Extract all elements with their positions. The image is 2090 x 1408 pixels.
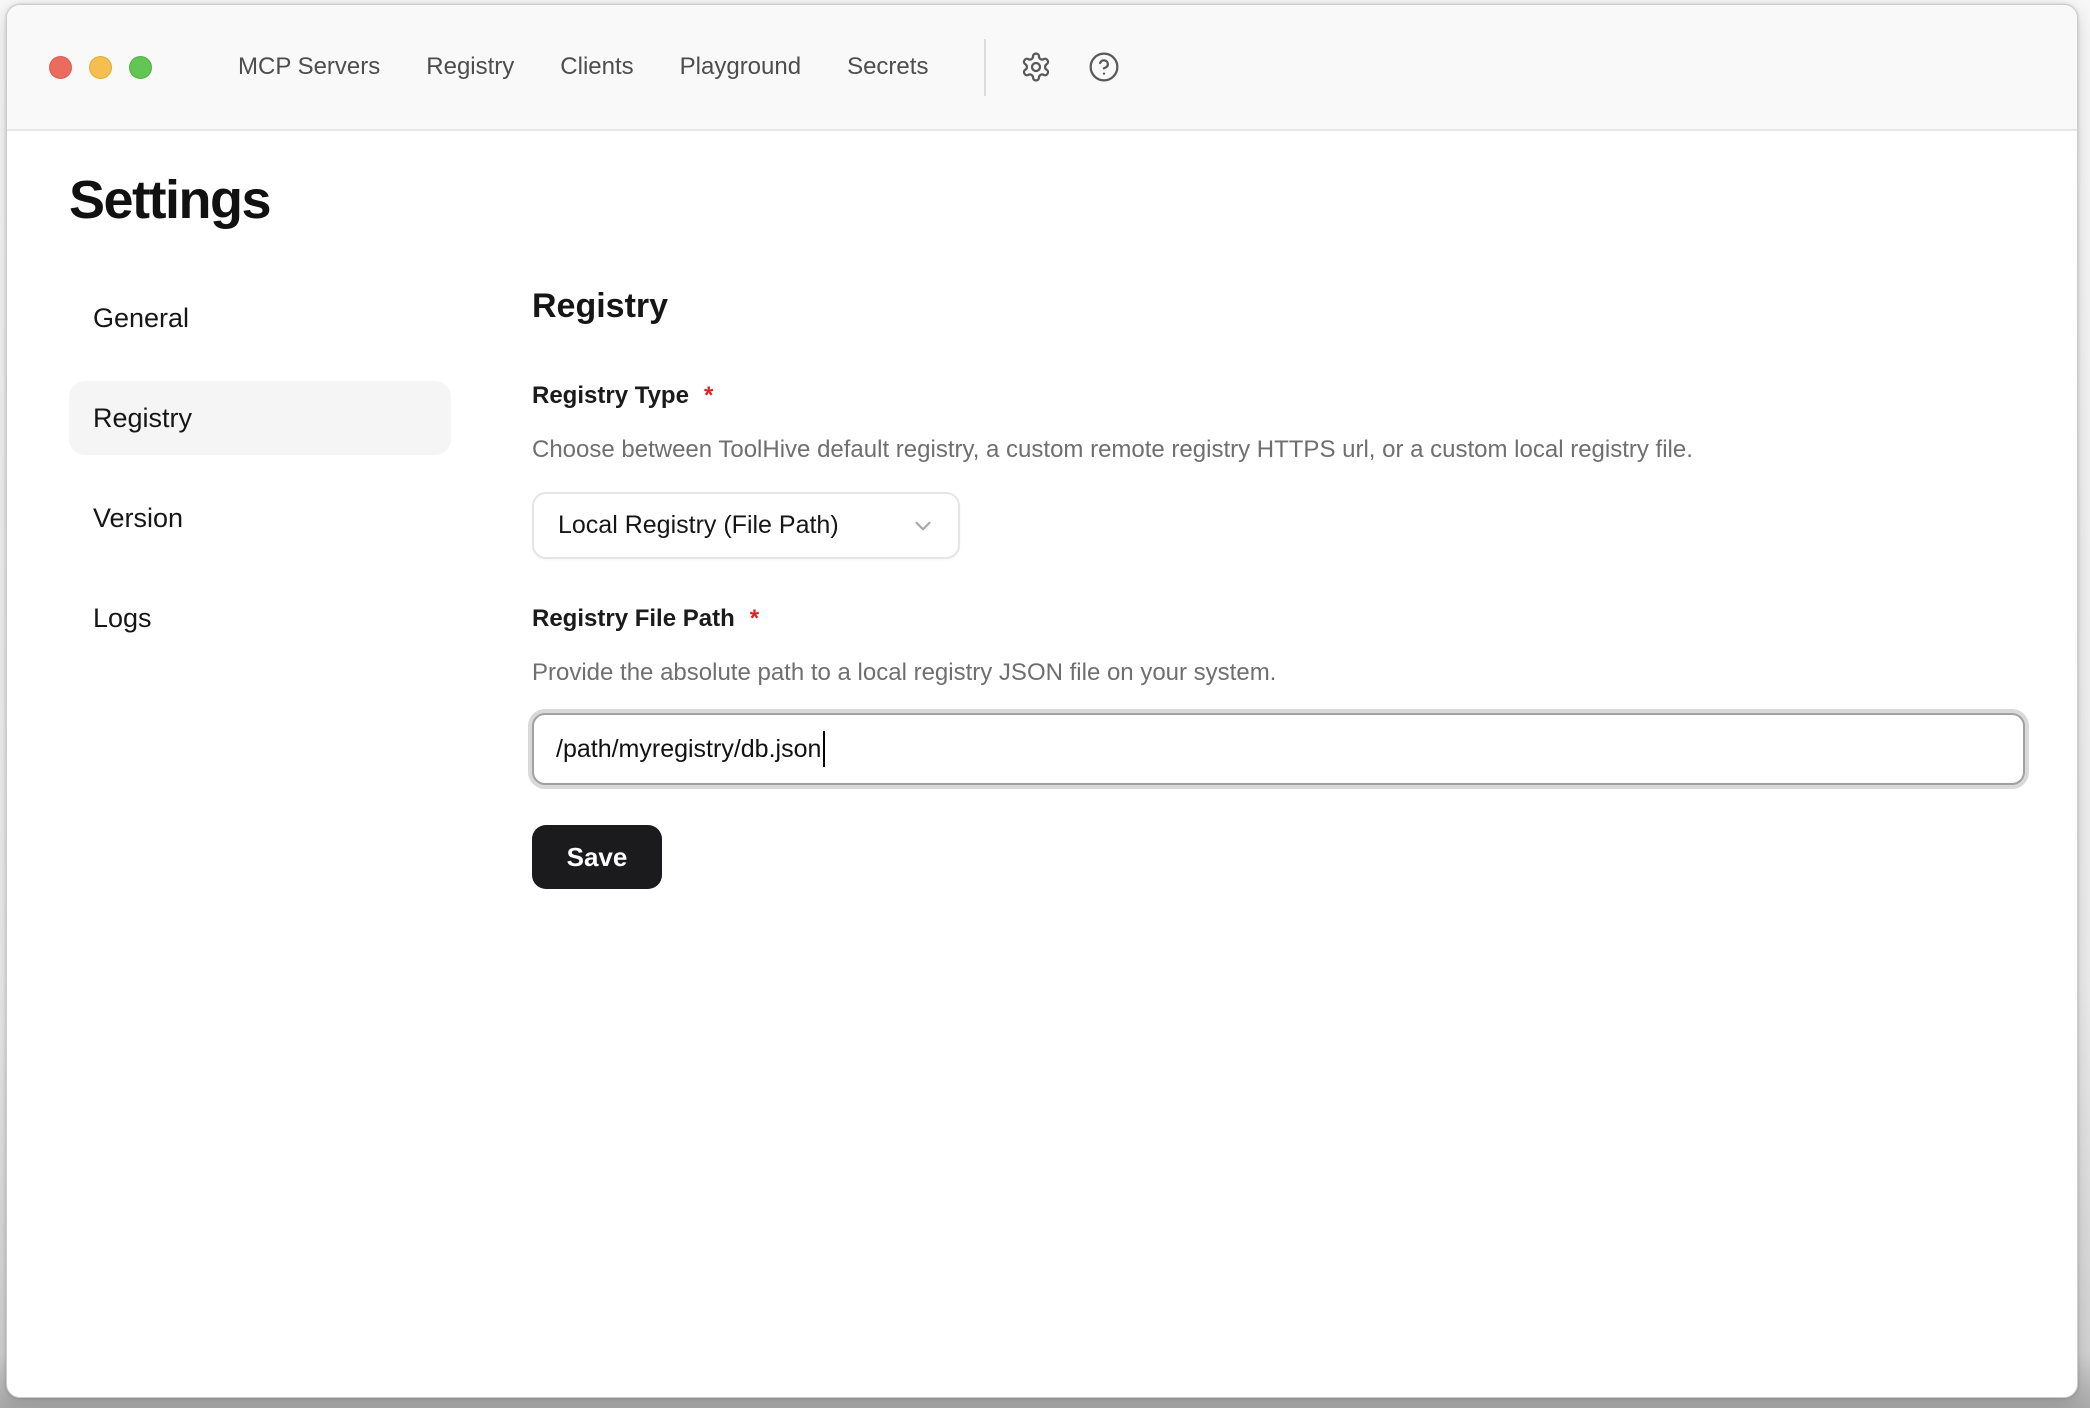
text-cursor — [823, 731, 825, 767]
nav-divider — [984, 39, 986, 96]
sidebar-item-registry[interactable]: Registry — [69, 381, 451, 455]
close-window-button[interactable] — [49, 56, 72, 79]
registry-file-path-description: Provide the absolute path to a local reg… — [532, 659, 2025, 687]
desktop-background: MCP Servers Registry Clients Playground … — [0, 0, 2090, 1408]
nav-item-clients[interactable]: Clients — [560, 53, 633, 81]
nav-item-mcp-servers[interactable]: MCP Servers — [238, 53, 380, 81]
registry-file-path-label: Registry File Path — [532, 605, 735, 633]
minimize-window-button[interactable] — [89, 56, 112, 79]
registry-file-path-value: /path/myregistry/db.json — [556, 735, 821, 764]
required-asterisk: * — [750, 605, 759, 633]
gear-icon — [1020, 51, 1052, 83]
window-controls — [49, 56, 152, 79]
registry-settings-panel: Registry Registry Type * Choose between … — [532, 281, 2025, 889]
sidebar-item-general[interactable]: General — [69, 281, 451, 355]
main-nav: MCP Servers Registry Clients Playground … — [238, 53, 928, 81]
titlebar: MCP Servers Registry Clients Playground … — [7, 5, 2077, 131]
page-title: Settings — [69, 169, 2077, 231]
registry-file-path-input[interactable]: /path/myregistry/db.json — [532, 713, 2025, 785]
sidebar-item-version[interactable]: Version — [69, 481, 451, 555]
help-circle-icon — [1088, 51, 1120, 83]
registry-type-select[interactable]: Local Registry (File Path) — [532, 492, 960, 559]
required-asterisk: * — [704, 382, 713, 410]
registry-type-label: Registry Type — [532, 382, 689, 410]
help-button[interactable] — [1088, 51, 1120, 83]
registry-type-selected-value: Local Registry (File Path) — [558, 511, 839, 540]
registry-file-path-label-row: Registry File Path * — [532, 605, 2025, 633]
settings-layout: General Registry Version Logs Registry R… — [69, 281, 2077, 889]
registry-type-label-row: Registry Type * — [532, 382, 2025, 410]
settings-page: Settings General Registry Version Logs R… — [7, 131, 2077, 889]
chevron-down-icon — [910, 513, 936, 539]
registry-type-description: Choose between ToolHive default registry… — [532, 436, 2025, 464]
settings-button[interactable] — [1020, 51, 1052, 83]
nav-item-playground[interactable]: Playground — [680, 53, 801, 81]
settings-sidebar: General Registry Version Logs — [69, 281, 451, 889]
nav-item-secrets[interactable]: Secrets — [847, 53, 928, 81]
section-heading: Registry — [532, 287, 2025, 326]
sidebar-item-logs[interactable]: Logs — [69, 581, 451, 655]
zoom-window-button[interactable] — [129, 56, 152, 79]
save-button[interactable]: Save — [532, 825, 662, 889]
nav-item-registry[interactable]: Registry — [426, 53, 514, 81]
app-window: MCP Servers Registry Clients Playground … — [6, 4, 2078, 1398]
